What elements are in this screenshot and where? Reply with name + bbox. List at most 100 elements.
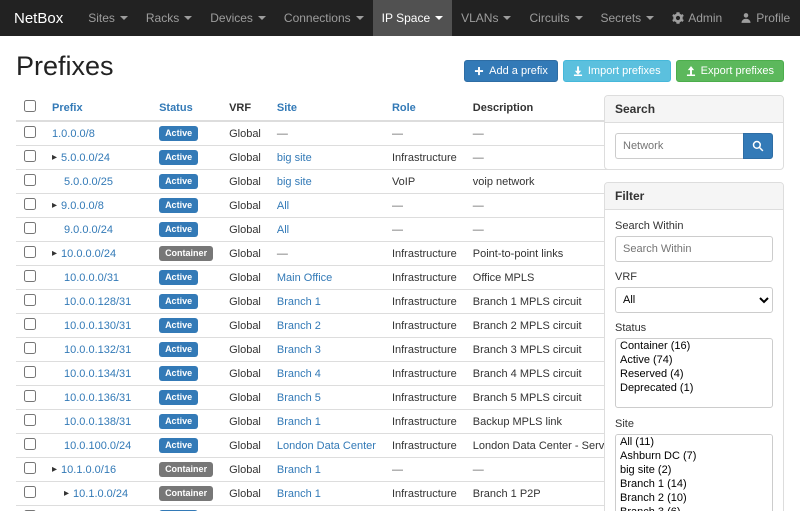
filter-option[interactable]: Active (74)	[616, 353, 772, 367]
filter-option[interactable]: Reserved (4)	[616, 367, 772, 381]
nav-item-racks[interactable]: Racks	[137, 0, 201, 36]
nav-item-vlans[interactable]: VLANs	[452, 0, 520, 36]
row-checkbox[interactable]	[24, 198, 36, 210]
site-link[interactable]: big site	[277, 176, 312, 188]
site-link[interactable]: big site	[277, 152, 312, 164]
row-checkbox[interactable]	[24, 438, 36, 450]
prefix-link[interactable]: 10.0.0.136/31	[64, 392, 131, 404]
row-checkbox[interactable]	[24, 366, 36, 378]
caret-down-icon	[120, 16, 128, 20]
row-checkbox[interactable]	[24, 390, 36, 402]
prefix-cell: 10.0.0.130/31	[44, 314, 151, 338]
filter-option[interactable]: Deprecated (1)	[616, 381, 772, 395]
row-checkbox-cell	[16, 290, 44, 314]
row-checkbox[interactable]	[24, 270, 36, 282]
row-checkbox[interactable]	[24, 462, 36, 474]
status-select[interactable]: Container (16)Active (74)Reserved (4)Dep…	[615, 338, 773, 408]
prefix-link[interactable]: 10.0.0.134/31	[64, 368, 131, 380]
nav-item-admin[interactable]: Admin	[663, 0, 731, 36]
row-checkbox[interactable]	[24, 294, 36, 306]
row-checkbox[interactable]	[24, 126, 36, 138]
expand-arrow-icon[interactable]: ▸	[52, 201, 57, 211]
search-within-input[interactable]	[615, 236, 773, 262]
row-checkbox[interactable]	[24, 342, 36, 354]
filter-option[interactable]: Container (16)	[616, 339, 772, 353]
expand-arrow-icon[interactable]: ▸	[52, 153, 57, 163]
search-input[interactable]	[615, 133, 743, 159]
import-prefixes-button[interactable]: Import prefixes	[563, 60, 671, 82]
site-cell: All	[269, 194, 384, 218]
column-header-status[interactable]: Status	[159, 102, 193, 114]
expand-arrow-icon[interactable]: ▸	[52, 249, 57, 259]
filter-option[interactable]: Branch 3 (6)	[616, 505, 772, 511]
prefix-link[interactable]: 10.0.100.0/24	[64, 440, 131, 452]
row-checkbox[interactable]	[24, 486, 36, 498]
row-checkbox[interactable]	[24, 414, 36, 426]
nav-item-profile[interactable]: Profile	[731, 0, 799, 36]
prefix-link[interactable]: 10.0.0.132/31	[64, 344, 131, 356]
site-link[interactable]: Branch 1	[277, 488, 321, 500]
prefix-link[interactable]: 10.0.0.0/31	[64, 272, 119, 284]
prefix-link[interactable]: 5.0.0.0/24	[61, 152, 110, 164]
site-link[interactable]: All	[277, 224, 289, 236]
status-badge: Active	[159, 150, 198, 165]
vrf-select[interactable]: All	[615, 287, 773, 313]
filter-option[interactable]: Branch 2 (10)	[616, 491, 772, 505]
site-link[interactable]: Branch 3	[277, 344, 321, 356]
site-link[interactable]: London Data Center	[277, 440, 376, 452]
select-all-checkbox[interactable]	[24, 100, 36, 112]
prefix-link[interactable]: 10.1.0.0/24	[73, 488, 128, 500]
site-link[interactable]: All	[277, 200, 289, 212]
filter-option[interactable]: Branch 1 (14)	[616, 477, 772, 491]
site-link[interactable]: Branch 4	[277, 368, 321, 380]
nav-item-connections[interactable]: Connections	[275, 0, 373, 36]
row-checkbox-cell	[16, 314, 44, 338]
site-link[interactable]: Main Office	[277, 272, 332, 284]
export-prefixes-button[interactable]: Export prefixes	[676, 60, 784, 82]
prefix-link[interactable]: 10.0.0.0/24	[61, 248, 116, 260]
nav-item-secrets[interactable]: Secrets	[592, 0, 664, 36]
row-checkbox[interactable]	[24, 174, 36, 186]
site-link[interactable]: Branch 1	[277, 464, 321, 476]
site-select[interactable]: All (11)Ashburn DC (7)big site (2)Branch…	[615, 434, 773, 511]
prefix-link[interactable]: 10.0.0.130/31	[64, 320, 131, 332]
row-checkbox-cell	[16, 458, 44, 482]
prefix-link[interactable]: 10.1.0.0/16	[61, 464, 116, 476]
filter-option[interactable]: All (11)	[616, 435, 772, 449]
search-button[interactable]	[743, 133, 773, 159]
row-checkbox[interactable]	[24, 246, 36, 258]
nav-item-sites[interactable]: Sites	[79, 0, 137, 36]
nav-item-circuits[interactable]: Circuits	[520, 0, 591, 36]
expand-arrow-icon[interactable]: ▸	[64, 489, 69, 499]
site-link[interactable]: Branch 5	[277, 392, 321, 404]
prefix-link[interactable]: 9.0.0.0/24	[64, 224, 113, 236]
site-link[interactable]: Branch 1	[277, 416, 321, 428]
prefix-link[interactable]: 10.0.0.128/31	[64, 296, 131, 308]
row-checkbox[interactable]	[24, 150, 36, 162]
status-badge: Container	[159, 246, 213, 261]
site-link[interactable]: Branch 2	[277, 320, 321, 332]
site-link[interactable]: Branch 1	[277, 296, 321, 308]
filter-option[interactable]: Ashburn DC (7)	[616, 449, 772, 463]
filter-option[interactable]: big site (2)	[616, 463, 772, 477]
status-cell: Active	[151, 410, 221, 434]
prefix-cell: ▸ 10.0.0.0/24	[44, 242, 151, 266]
prefix-link[interactable]: 1.0.0.0/8	[52, 128, 95, 140]
nav-item-ip-space[interactable]: IP Space	[373, 0, 452, 36]
status-badge: Active	[159, 126, 198, 141]
row-checkbox[interactable]	[24, 318, 36, 330]
prefix-link[interactable]: 5.0.0.0/25	[64, 176, 113, 188]
row-checkbox[interactable]	[24, 222, 36, 234]
page-content: Add a prefix Import prefixes Export pref…	[0, 51, 800, 511]
brand-logo[interactable]: NetBox	[14, 0, 63, 36]
prefix-link[interactable]: 9.0.0.0/8	[61, 200, 104, 212]
add-prefix-button[interactable]: Add a prefix	[464, 60, 558, 82]
export-prefixes-label: Export prefixes	[701, 65, 774, 77]
prefix-link[interactable]: 10.0.0.138/31	[64, 416, 131, 428]
column-header-site[interactable]: Site	[277, 102, 297, 114]
nav-item-devices[interactable]: Devices	[201, 0, 275, 36]
column-header-role[interactable]: Role	[392, 102, 416, 114]
expand-arrow-icon[interactable]: ▸	[52, 465, 57, 475]
nav-item-label: VLANs	[461, 11, 498, 25]
column-header-prefix[interactable]: Prefix	[52, 102, 83, 114]
